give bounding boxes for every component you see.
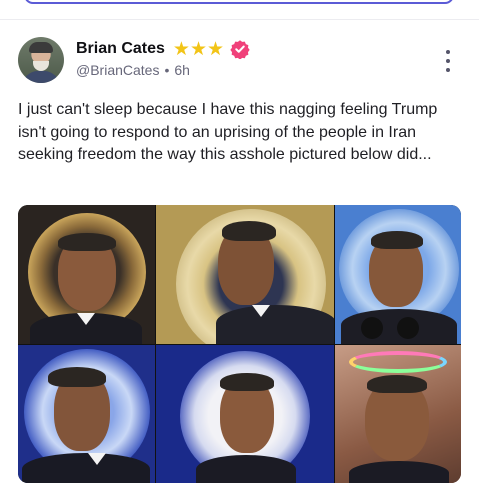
image-tile: [335, 205, 461, 344]
image-tile: [18, 205, 155, 344]
post-card[interactable]: Brian Cates ★ ★ ★ @BrianCates • 6h I jus…: [0, 20, 479, 500]
avatar[interactable]: [18, 37, 64, 83]
meta-separator: •: [164, 62, 170, 78]
author-row: Brian Cates ★ ★ ★: [76, 39, 250, 59]
post-text: I just can't sleep because I have this n…: [18, 101, 438, 163]
image-tile: [156, 345, 334, 483]
author-handle[interactable]: @BrianCates: [76, 62, 159, 78]
previous-item-edge: [0, 0, 479, 20]
star-icon: ★: [189, 38, 208, 60]
author-name[interactable]: Brian Cates: [76, 40, 165, 58]
verified-badge-icon: [230, 40, 250, 59]
post-time: 6h: [174, 62, 190, 78]
star-icon: ★: [172, 38, 190, 60]
star-rating: ★ ★ ★: [173, 40, 224, 59]
previous-item-button-edge[interactable]: [24, 0, 454, 4]
star-icon: ★: [207, 38, 225, 60]
image-tile: [156, 205, 334, 344]
post-image[interactable]: [18, 205, 461, 483]
more-options-button[interactable]: [443, 50, 453, 72]
handle-row: @BrianCates • 6h: [76, 62, 190, 78]
image-tile: [18, 345, 155, 483]
more-vertical-icon: [446, 50, 450, 54]
image-tile: [335, 345, 461, 483]
